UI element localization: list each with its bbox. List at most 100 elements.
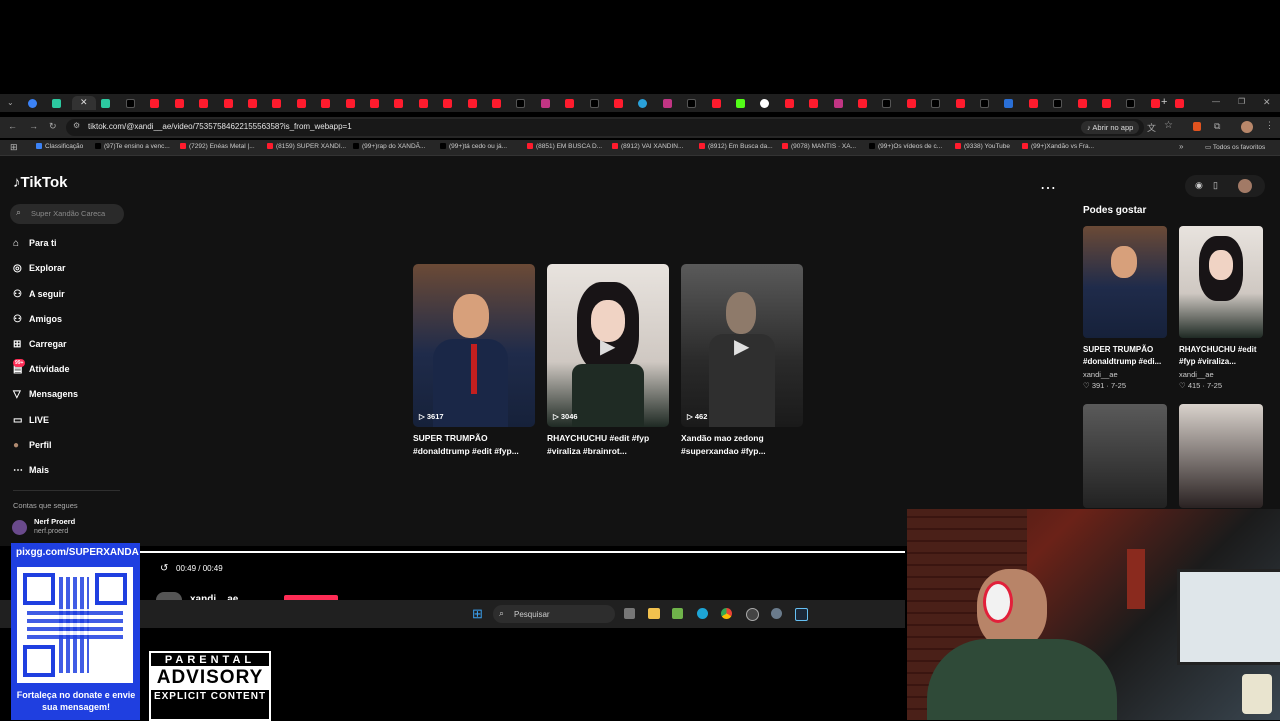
tab-favicon[interactable] (1175, 99, 1185, 108)
bookmark-item[interactable]: (99+)tá cedo ou já... (440, 143, 507, 150)
open-in-app-button[interactable]: ♪ Abrir no app (1081, 121, 1140, 134)
tab-favicon[interactable] (565, 99, 575, 108)
tab-favicon[interactable] (126, 99, 135, 108)
forward-icon[interactable]: → (29, 121, 38, 131)
new-tab-icon[interactable]: + (1161, 96, 1167, 108)
sidebar-item-amigos[interactable]: ⚇ Amigos (13, 314, 62, 325)
tab-favicon[interactable] (833, 99, 843, 108)
site-info-icon[interactable]: ⚙ (73, 121, 80, 130)
tab-favicon[interactable] (1004, 99, 1014, 108)
more-options-icon[interactable]: ⋯ (1040, 178, 1056, 198)
tab-favicon[interactable] (296, 99, 306, 108)
suggestion-author-2[interactable]: xandi__ae (1179, 370, 1214, 379)
tab-favicon[interactable] (662, 99, 672, 108)
tab-favicon[interactable] (516, 99, 526, 108)
tab-favicon[interactable] (540, 99, 550, 108)
tab-favicon[interactable] (418, 99, 428, 108)
sidebar-item-mais[interactable]: ⋯ Mais (13, 465, 49, 476)
tab-favicon[interactable] (272, 99, 282, 108)
tab-favicon[interactable] (1028, 99, 1038, 108)
tab-favicon[interactable] (882, 99, 892, 108)
windows-start-icon[interactable]: ⊞ (472, 606, 483, 622)
bookmark-star-icon[interactable]: ☆ (1164, 120, 1173, 131)
tab-favicon[interactable] (321, 99, 331, 108)
obs-icon[interactable] (746, 608, 759, 621)
extensions-puzzle-icon[interactable]: ⧉ (1214, 121, 1220, 132)
video-title-1[interactable]: SUPER TRUMPÃO #donaldtrump #edit #fyp... (413, 432, 538, 458)
replay-icon[interactable]: ↺ (160, 563, 168, 574)
bookmark-item[interactable]: (7292) Enéas Metal |... (180, 143, 255, 150)
tab-favicon[interactable] (492, 99, 501, 108)
menu-kebab-icon[interactable]: ⋮ (1265, 120, 1274, 131)
tab-favicon[interactable] (955, 99, 965, 108)
tab-favicon[interactable] (931, 99, 941, 108)
translate-icon[interactable]: 文 (1147, 121, 1156, 134)
tab-favicon[interactable] (906, 99, 916, 108)
suggestion-title-1[interactable]: SUPER TRUMPÃO #donaldtrump #edi... (1083, 344, 1173, 368)
sidebar-item-a-seguir[interactable]: ⚇ A seguir (13, 289, 65, 300)
tab-favicon[interactable] (28, 99, 37, 108)
progress-bar[interactable] (140, 551, 905, 553)
suggestion-thumbnail-2[interactable] (1179, 226, 1263, 338)
coin-icon[interactable]: ◉ (1195, 180, 1203, 191)
device-icon[interactable]: ▯ (1213, 180, 1218, 191)
tab-favicon[interactable] (1102, 99, 1111, 108)
tab-favicon[interactable] (467, 99, 477, 108)
video-title-3[interactable]: Xandão mao zedong #superxandao #fyp... (681, 432, 806, 458)
tab-favicon[interactable] (687, 99, 697, 108)
bookmark-item[interactable]: (8851) EM BUSCA D... (527, 143, 602, 150)
tab-favicon[interactable] (345, 99, 355, 108)
tab-favicon[interactable] (614, 99, 623, 108)
tab-favicon[interactable] (589, 99, 599, 108)
bookmark-item[interactable]: Classificação (36, 143, 83, 150)
suggestion-thumbnail-3[interactable] (1083, 404, 1167, 508)
tab-favicon[interactable] (150, 99, 160, 108)
window-close-icon[interactable]: ✕ (1263, 97, 1271, 108)
tab-favicon[interactable] (784, 99, 794, 108)
tab-favicon[interactable] (980, 99, 989, 108)
tab-close-icon[interactable]: ✕ (80, 97, 88, 108)
bookmark-item[interactable]: (9078) MANTIS · XA... (782, 143, 856, 150)
sidebar-item-perfil[interactable]: ● Perfil (13, 440, 52, 451)
video-thumbnail-3[interactable]: ▶ (681, 264, 803, 427)
extension-icon[interactable] (1193, 122, 1201, 131)
suggestion-author-1[interactable]: xandi__ae (1083, 370, 1118, 379)
tab-favicon[interactable] (736, 99, 745, 108)
video-title-2[interactable]: RHAYCHUCHU #edit #fyp #viraliza #brainro… (547, 432, 672, 458)
sidebar-item-para-ti[interactable]: ⌂ Para ti (13, 238, 57, 249)
all-favorites[interactable]: ▭ Todos os favoritos (1205, 143, 1265, 151)
profile-avatar[interactable] (1241, 121, 1253, 133)
bookmark-item[interactable]: (8159) SUPER XANDI... (267, 143, 346, 150)
steam-icon[interactable] (795, 608, 808, 621)
tab-favicon[interactable] (1126, 99, 1136, 108)
tab-favicon[interactable] (1077, 99, 1087, 108)
minimize-icon[interactable]: — (1212, 97, 1220, 106)
tab-search-icon[interactable]: ⌄ (7, 98, 14, 107)
back-icon[interactable]: ← (8, 121, 17, 131)
author-avatar[interactable] (156, 592, 182, 600)
user-avatar[interactable] (1238, 179, 1252, 193)
url-text[interactable]: tiktok.com/@xandi__ae/video/753575846221… (88, 122, 352, 131)
tab-favicon[interactable] (1053, 99, 1063, 108)
tab-favicon[interactable] (52, 99, 61, 108)
settings-icon[interactable] (771, 608, 782, 619)
restore-icon[interactable]: ❐ (1238, 97, 1245, 106)
bookmark-item[interactable]: (99+)Xandão vs Fra... (1022, 143, 1094, 150)
bookmark-item[interactable]: (8912) Em Busca da... (699, 143, 773, 150)
more-bookmarks-icon[interactable]: » (1179, 142, 1183, 151)
sidebar-item-explorar[interactable]: ◎ Explorar (13, 263, 66, 274)
suggestion-thumbnail-1[interactable] (1083, 226, 1167, 338)
tab-favicon[interactable] (174, 99, 184, 108)
reload-icon[interactable]: ↻ (49, 121, 57, 132)
tab-favicon[interactable] (809, 99, 819, 108)
suggestion-thumbnail-4[interactable] (1179, 404, 1263, 508)
store-icon[interactable] (672, 608, 683, 619)
bookmark-item[interactable]: (97)Te ensino a venc... (95, 143, 170, 150)
bookmark-item[interactable]: (99+)Os vídeos de c... (869, 143, 942, 150)
tiktok-logo[interactable]: ♪TikTok (13, 174, 67, 191)
tab-favicon[interactable] (223, 99, 233, 108)
chrome-icon[interactable] (721, 608, 732, 619)
tab-favicon[interactable] (199, 99, 209, 108)
tab-favicon[interactable] (858, 99, 867, 108)
file-explorer-icon[interactable] (648, 608, 660, 619)
